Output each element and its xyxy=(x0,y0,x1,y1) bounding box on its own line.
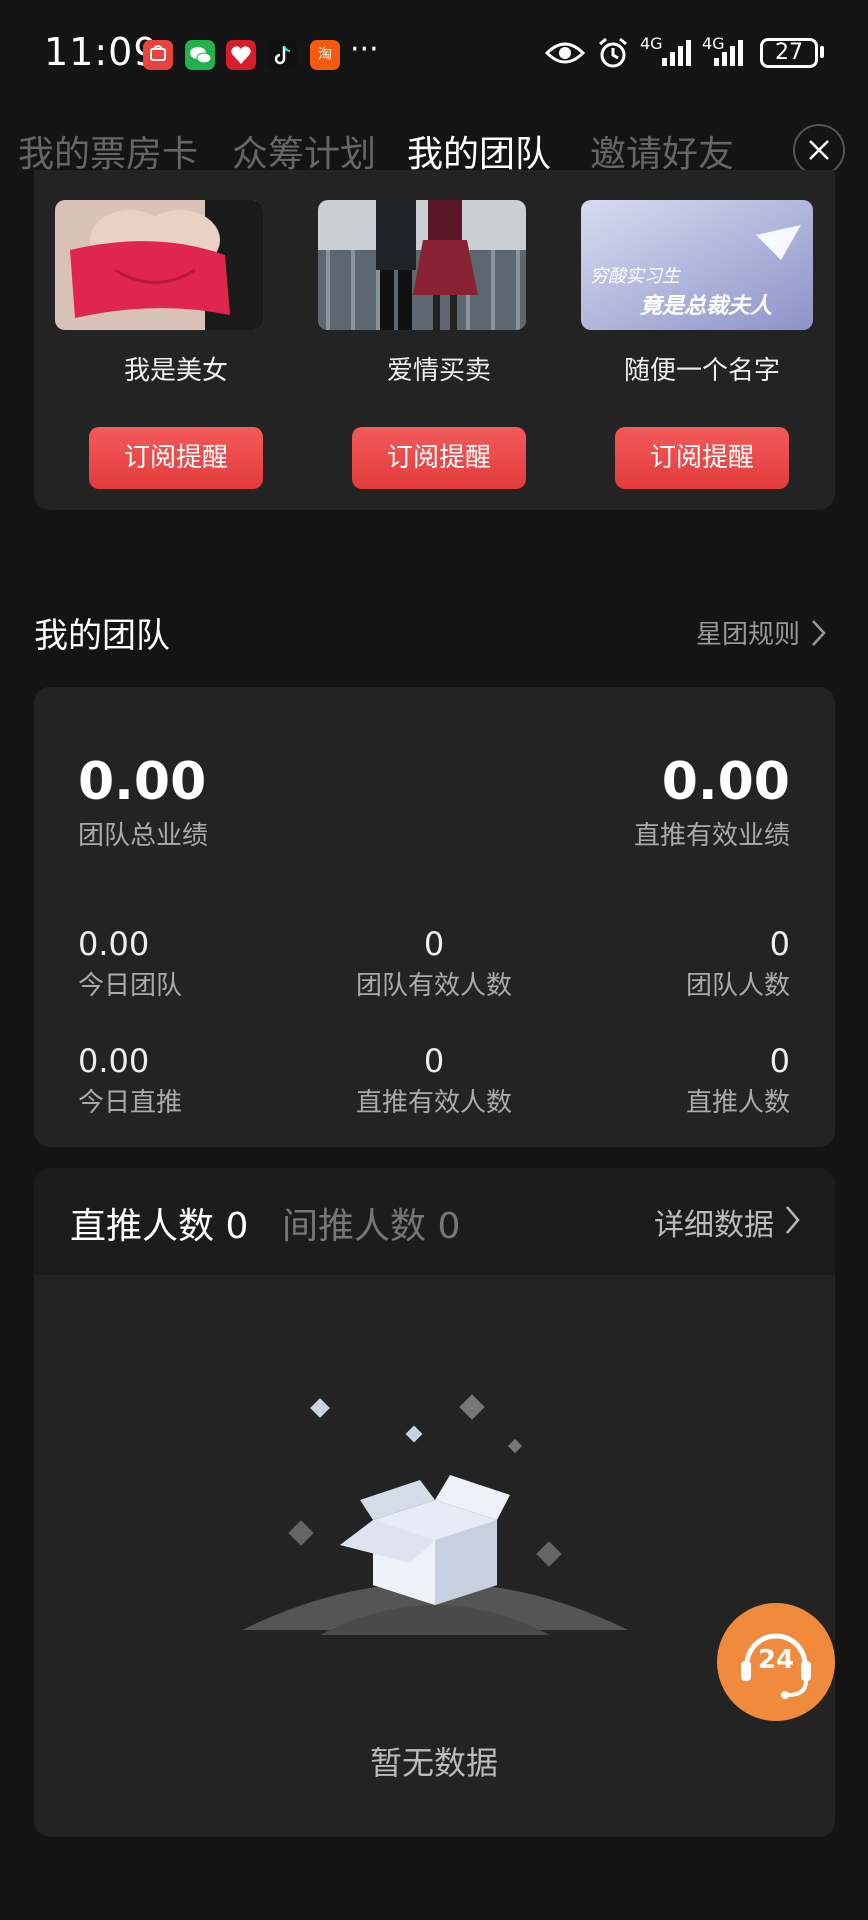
battery-tip xyxy=(820,46,824,58)
support-badge-text: 24 xyxy=(757,1645,795,1675)
battery-indicator: 27 xyxy=(760,38,818,68)
huawei-icon xyxy=(143,40,173,70)
wechat-icon xyxy=(185,40,215,70)
today-team-value: 0.00 xyxy=(78,925,150,963)
poster-3-caption-1: 穷酸实习生 xyxy=(590,266,680,287)
subscribe-reminder-button[interactable]: 订阅提醒 xyxy=(615,427,789,489)
today-direct-label: 今日直推 xyxy=(78,1088,183,1118)
close-button[interactable] xyxy=(793,124,845,176)
eye-icon xyxy=(544,38,586,72)
team-rules-link[interactable]: 星团规则 xyxy=(696,614,826,651)
clock: 11:09 xyxy=(44,30,159,74)
tab-direct-referrals[interactable]: 直推人数 0 xyxy=(70,1197,248,1249)
direct-valid-count-label: 直推有效人数 xyxy=(355,1088,512,1118)
status-bar: 11:09 淘 ··· 4G 4G 27 xyxy=(0,0,868,110)
movie-title: 随便一个名字 xyxy=(623,356,780,386)
subscribe-reminder-button[interactable]: 订阅提醒 xyxy=(352,427,526,489)
movie-poster-2[interactable] xyxy=(318,200,526,330)
direct-valid-value: 0.00 xyxy=(661,752,790,812)
chevron-right-icon xyxy=(812,620,826,646)
direct-count-label: 直推人数 xyxy=(685,1088,790,1118)
section-title-my-team: 我的团队 xyxy=(34,616,170,656)
team-valid-count-value: 0 xyxy=(423,925,445,963)
tiktok-icon xyxy=(268,40,298,70)
chevron-right-icon xyxy=(786,1206,800,1234)
today-team-label: 今日团队 xyxy=(78,971,183,1001)
empty-box-illustration xyxy=(240,1385,630,1639)
taobao-icon: 淘 xyxy=(310,40,340,70)
today-direct-value: 0.00 xyxy=(78,1042,150,1080)
direct-valid-label: 直推有效业绩 xyxy=(633,821,790,851)
team-count-value: 0 xyxy=(769,925,790,963)
team-total-value: 0.00 xyxy=(78,752,207,812)
movie-title: 我是美女 xyxy=(123,356,228,386)
team-count-label: 团队人数 xyxy=(685,971,790,1001)
poster-3-caption-2: 竟是总裁夫人 xyxy=(640,294,773,319)
subscribe-reminder-button[interactable]: 订阅提醒 xyxy=(89,427,263,489)
tab-indirect-referrals[interactable]: 间推人数 0 xyxy=(282,1197,460,1249)
team-rules-label: 星团规则 xyxy=(696,620,801,650)
direct-valid-count-value: 0 xyxy=(423,1042,445,1080)
heart-app-icon xyxy=(226,40,256,70)
alarm-icon xyxy=(596,36,630,74)
signal-icon-2 xyxy=(712,38,746,72)
signal-icon xyxy=(660,38,694,72)
movie-poster-1[interactable] xyxy=(55,200,263,330)
customer-service-button[interactable]: 24 xyxy=(717,1603,835,1721)
close-icon xyxy=(809,140,829,160)
more-notifications: ··· xyxy=(350,32,379,67)
team-valid-count-label: 团队有效人数 xyxy=(355,971,512,1001)
movie-title: 爱情买卖 xyxy=(386,356,491,386)
team-total-label: 团队总业绩 xyxy=(78,821,209,851)
direct-count-value: 0 xyxy=(769,1042,790,1080)
empty-state-text: 暂无数据 xyxy=(369,1744,498,1782)
detail-data-label: 详细数据 xyxy=(654,1208,774,1243)
detail-data-link[interactable]: 详细数据 xyxy=(654,1200,800,1244)
